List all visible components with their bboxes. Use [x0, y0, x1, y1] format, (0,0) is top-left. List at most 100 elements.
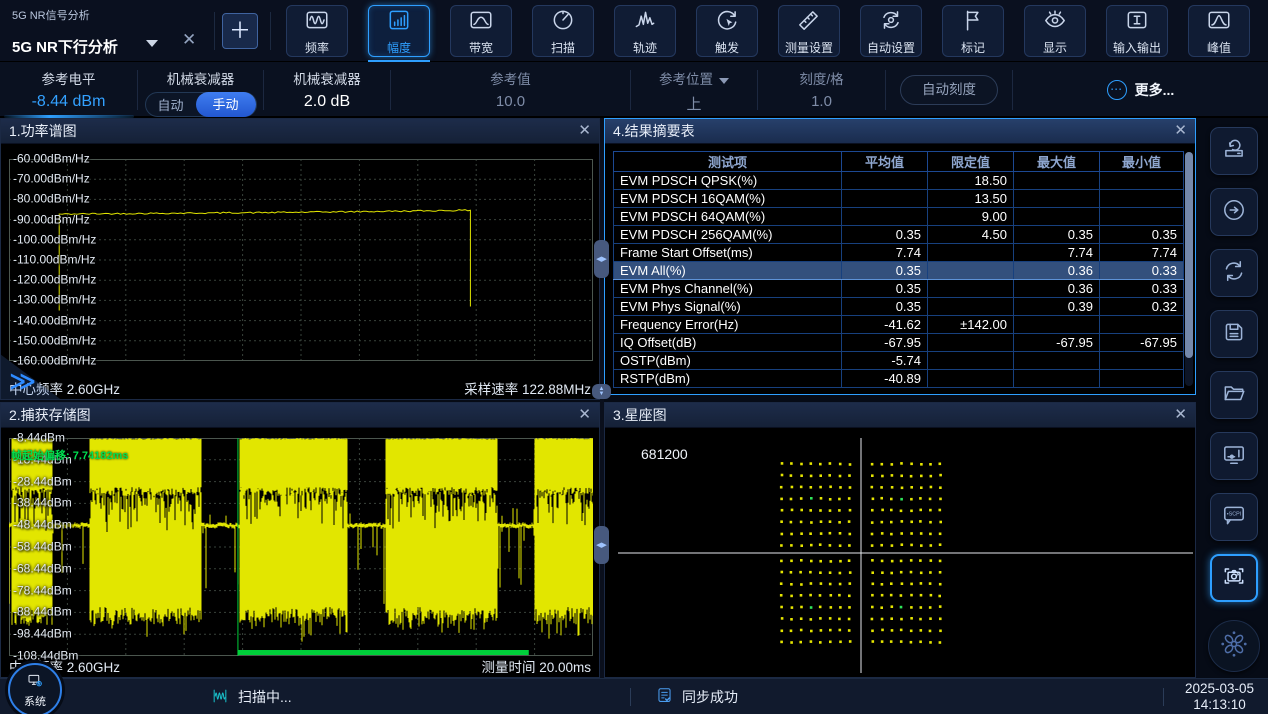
table-row[interactable]: OSTP(dBm)-5.74	[614, 352, 1184, 370]
close-icon[interactable]: ✕	[1174, 403, 1187, 427]
right-sidebar: •SCPI	[1196, 118, 1268, 678]
more-cell: ⋯ 更多...	[1013, 62, 1268, 118]
toolbar-button-sweep[interactable]: 扫描	[532, 5, 594, 57]
chevron-down-icon[interactable]	[719, 78, 729, 84]
system-button[interactable]: 系统	[8, 663, 62, 714]
auto-scale-button[interactable]: 自动刻度	[900, 75, 998, 105]
sweep-icon	[550, 7, 576, 38]
toolbar-button-bandwidth[interactable]: 带宽	[450, 5, 512, 57]
attenuator-value[interactable]: 2.0 dB	[264, 93, 390, 111]
measurement-tab[interactable]: 5G NR信号分析 5G NR下行分析 ✕	[0, 0, 214, 62]
table-scrollbar[interactable]	[1185, 152, 1193, 386]
table-cell-name: EVM Phys Signal(%)	[614, 298, 842, 316]
toggle-option-auto[interactable]: 自动	[146, 95, 196, 114]
more-button[interactable]: ⋯ 更多...	[1013, 62, 1268, 118]
toolbar-button-trace[interactable]: 轨迹	[614, 5, 676, 57]
table-cell-avg: 0.35	[842, 280, 928, 298]
splitter-handle[interactable]: ◀▶	[594, 526, 609, 564]
table-row[interactable]: EVM PDSCH 256QAM(%)0.354.500.350.35	[614, 226, 1184, 244]
ref-position-value[interactable]: 上	[631, 93, 757, 114]
toolbar-button-marker[interactable]: 标记	[942, 5, 1004, 57]
panel-result-summary[interactable]: 4.结果摘要表 ✕ 测试项平均值限定值最大值最小值 EVM PDSCH QPSK…	[604, 118, 1196, 395]
panel-title-bar[interactable]: 4.结果摘要表 ✕	[605, 119, 1195, 144]
table-header-cell[interactable]: 限定值	[928, 152, 1014, 172]
scale-per-div-value[interactable]: 1.0	[758, 93, 885, 110]
y-axis-label: -28.44dBm	[13, 474, 72, 488]
table-row[interactable]: EVM All(%)0.350.360.33	[614, 262, 1184, 280]
table-cell-limit	[928, 352, 1014, 370]
panel-title-bar[interactable]: 2.捕获存储图 ✕	[1, 403, 599, 428]
table-cell-name: EVM PDSCH 256QAM(%)	[614, 226, 842, 244]
toolbar-button-meas-setup[interactable]: 测量设置	[778, 5, 840, 57]
table-row[interactable]: RSTP(dBm)-40.89	[614, 370, 1184, 388]
table-cell-max	[1014, 172, 1100, 190]
tab-close-icon[interactable]: ✕	[182, 30, 196, 50]
scale-per-div-field[interactable]: 刻度/格 1.0	[758, 62, 885, 118]
panel-title-bar[interactable]: 1.功率谱图 ✕	[1, 119, 599, 144]
attenuator-value-field[interactable]: 机械衰减器 2.0 dB	[264, 62, 390, 118]
toolbar-button-label: 标记	[961, 39, 985, 56]
table-cell-name: EVM All(%)	[614, 262, 842, 280]
toolbar-button-label: 显示	[1043, 39, 1067, 56]
sidebar-button-recall[interactable]	[1210, 127, 1258, 175]
panel-capture[interactable]: 2.捕获存储图 ✕ -8.44dBm-18.44dBm-28.44dBm-38.…	[0, 402, 600, 678]
table-row[interactable]: Frame Start Offset(ms)7.747.747.74	[614, 244, 1184, 262]
sidebar-button-save[interactable]	[1210, 310, 1258, 358]
toolbar-button-trigger[interactable]: 触发	[696, 5, 758, 57]
close-icon[interactable]: ✕	[578, 119, 591, 143]
table-row[interactable]: EVM PDSCH 16QAM(%)13.50	[614, 190, 1184, 208]
toolbar-button-peak[interactable]: 峰值	[1188, 5, 1250, 57]
table-row[interactable]: Frequency Error(Hz)-41.62±142.00	[614, 316, 1184, 334]
sidebar-button-display-setup[interactable]	[1210, 432, 1258, 480]
sidebar-button-run[interactable]	[1210, 188, 1258, 236]
app-name-label: 5G NR信号分析	[12, 7, 90, 23]
table-cell-avg: -41.62	[842, 316, 928, 334]
table-header-cell[interactable]: 测试项	[614, 152, 842, 172]
y-axis-label: -140.00dBm/Hz	[13, 313, 96, 327]
table-cell-avg: 7.74	[842, 244, 928, 262]
table-header-cell[interactable]: 平均值	[842, 152, 928, 172]
table-row[interactable]: EVM PDSCH 64QAM(%)9.00	[614, 208, 1184, 226]
ref-value-field[interactable]: 参考值 10.0	[391, 62, 630, 118]
add-tab-button[interactable]: ＋	[222, 13, 258, 49]
table-row[interactable]: IQ Offset(dB)-67.95-67.95-67.95	[614, 334, 1184, 352]
toolbar-button-display[interactable]: 显示	[1024, 5, 1086, 57]
table-row[interactable]: EVM Phys Signal(%)0.350.390.32	[614, 298, 1184, 316]
sidebar-button-navigate[interactable]	[1208, 620, 1260, 672]
panel-constellation[interactable]: 3.星座图 ✕ 681200	[604, 402, 1196, 678]
svg-text:•SCPI: •SCPI	[1227, 511, 1242, 517]
toolbar-button-io[interactable]: 输入输出	[1106, 5, 1168, 57]
chevron-down-icon[interactable]	[146, 40, 158, 47]
splitter-handle[interactable]: ▲▼	[592, 384, 611, 399]
splitter-handle[interactable]: ◀▶	[594, 240, 609, 278]
ref-level-field[interactable]: 参考电平 -8.44 dBm	[0, 62, 137, 118]
attenuator-mode-field: 机械衰减器 自动 手动	[138, 62, 263, 118]
close-icon[interactable]: ✕	[578, 403, 591, 427]
sidebar-button-scpi[interactable]: •SCPI	[1210, 493, 1258, 541]
table-header-cell[interactable]: 最小值	[1100, 152, 1184, 172]
toolbar-button-freq[interactable]: 频率	[286, 5, 348, 57]
toolbar-button-amplitude[interactable]: 幅度	[368, 5, 430, 57]
ref-level-value[interactable]: -8.44 dBm	[0, 93, 137, 111]
attenuator-mode-toggle[interactable]: 自动 手动	[145, 92, 257, 117]
panel-title-bar[interactable]: 3.星座图 ✕	[605, 403, 1195, 428]
y-axis-label: -70.00dBm/Hz	[13, 171, 90, 185]
toolbar-button-label: 轨迹	[633, 39, 657, 56]
sidebar-button-sync[interactable]	[1210, 249, 1258, 297]
table-header-cell[interactable]: 最大值	[1014, 152, 1100, 172]
sidebar-button-screenshot[interactable]	[1210, 554, 1258, 602]
table-cell-limit	[928, 244, 1014, 262]
ref-position-field[interactable]: 参考位置 上	[631, 62, 757, 118]
table-row[interactable]: EVM Phys Channel(%)0.350.360.33	[614, 280, 1184, 298]
close-icon[interactable]: ✕	[1174, 119, 1187, 143]
table-row[interactable]: EVM PDSCH QPSK(%)18.50	[614, 172, 1184, 190]
panel-power-spectrum[interactable]: 1.功率谱图 ✕ -60.00dBm/Hz-70.00dBm/Hz-80.00d…	[0, 118, 600, 400]
table-cell-max	[1014, 190, 1100, 208]
toggle-option-manual[interactable]: 手动	[196, 92, 256, 117]
scrollbar-thumb[interactable]	[1185, 152, 1193, 358]
y-axis-label: -48.44dBm	[13, 517, 72, 531]
toolbar-button-auto-setup[interactable]: 自动设置	[860, 5, 922, 57]
ref-value[interactable]: 10.0	[391, 93, 630, 110]
sidebar-button-folder[interactable]	[1210, 371, 1258, 419]
y-axis-label: -130.00dBm/Hz	[13, 293, 96, 307]
